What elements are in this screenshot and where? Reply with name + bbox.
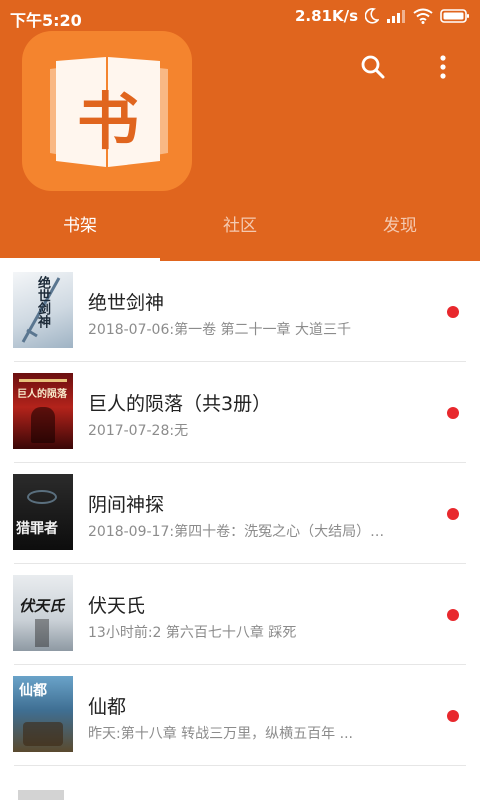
unread-dot bbox=[447, 710, 459, 722]
cover-title: 绝世剑神 bbox=[35, 276, 50, 328]
unread-dot bbox=[447, 609, 459, 621]
book-update-info: 2018-09-17:第四十卷：洗冤之心（大结局）第八... bbox=[88, 524, 388, 540]
cover-eye bbox=[27, 490, 57, 504]
app-logo: 书 bbox=[22, 31, 192, 191]
book-update-info: 2018-07-06:第一卷 第二十一章 大道三千 bbox=[88, 322, 351, 338]
tab-discover[interactable]: 发现 bbox=[320, 206, 480, 261]
status-bar: 下午5:20 2.81K/s bbox=[0, 0, 480, 32]
book-title: 巨人的陨落（共3册） bbox=[88, 393, 272, 415]
status-indicators: 2.81K/s bbox=[295, 6, 470, 26]
tab-community[interactable]: 社区 bbox=[160, 206, 320, 261]
unread-dot bbox=[447, 306, 459, 318]
book-cover: 巨人的陨落 bbox=[13, 373, 73, 449]
cover-title: 仙都 bbox=[19, 683, 47, 699]
book-row[interactable]: 绝世剑神 绝世剑神 2018-07-06:第一卷 第二十一章 大道三千 bbox=[0, 261, 480, 362]
more-options-button[interactable] bbox=[428, 52, 458, 82]
book-title: 仙都 bbox=[88, 696, 127, 718]
status-time: 下午5:20 bbox=[10, 11, 82, 30]
tab-bar: 书架 社区 发现 bbox=[0, 206, 480, 261]
book-update-info: 2017-07-28:无 bbox=[88, 423, 189, 439]
search-icon bbox=[361, 55, 385, 79]
book-cover: 伏天氏 bbox=[13, 575, 73, 651]
cover-title: 伏天氏 bbox=[19, 597, 65, 615]
book-title: 绝世剑神 bbox=[88, 292, 165, 314]
cover-figure bbox=[35, 619, 49, 647]
book-update-info: 昨天:第十八章 转战三万里，纵横五百年 ... bbox=[88, 726, 353, 742]
cover-title: 猎罪者 bbox=[16, 521, 58, 537]
wifi-icon bbox=[413, 8, 433, 24]
book-update-info: 13小时前:2 第六百七十八章 踩死 bbox=[88, 625, 297, 641]
search-button[interactable] bbox=[358, 52, 388, 82]
book-row[interactable]: 巨人的陨落 巨人的陨落（共3册） 2017-07-28:无 bbox=[0, 362, 480, 463]
cover-band bbox=[19, 379, 67, 382]
moon-icon bbox=[365, 8, 379, 24]
cover-figure bbox=[23, 722, 63, 746]
battery-icon bbox=[440, 9, 469, 23]
book-cover: 绝世剑神 bbox=[13, 272, 73, 348]
book-cover: 仙都 bbox=[13, 676, 73, 752]
cover-title: 巨人的陨落 bbox=[17, 389, 67, 400]
book-title: 阴间神探 bbox=[88, 494, 165, 516]
unread-dot bbox=[447, 508, 459, 520]
network-speed: 2.81K/s bbox=[294, 7, 358, 25]
book-row[interactable]: 猎罪者 阴间神探 2018-09-17:第四十卷：洗冤之心（大结局）第八... bbox=[0, 463, 480, 564]
app-header: 下午5:20 2.81K/s 书 书架 社区 发现 bbox=[0, 0, 480, 261]
book-row[interactable]: 仙都 仙都 昨天:第十八章 转战三万里，纵横五百年 ... bbox=[0, 665, 480, 766]
cover-edge bbox=[18, 790, 64, 800]
tab-bookshelf[interactable]: 书架 bbox=[0, 206, 160, 261]
book-cover: 猎罪者 bbox=[13, 474, 73, 550]
book-logo-icon: 书 bbox=[50, 57, 168, 167]
logo-glyph: 书 bbox=[77, 85, 139, 158]
more-vertical-icon bbox=[440, 55, 446, 79]
unread-dot bbox=[447, 407, 459, 419]
next-list-item-partial bbox=[0, 768, 480, 800]
book-title: 伏天氏 bbox=[88, 595, 146, 617]
signal-icon bbox=[387, 10, 405, 23]
cover-figure bbox=[31, 407, 55, 443]
book-row[interactable]: 伏天氏 伏天氏 13小时前:2 第六百七十八章 踩死 bbox=[0, 564, 480, 665]
